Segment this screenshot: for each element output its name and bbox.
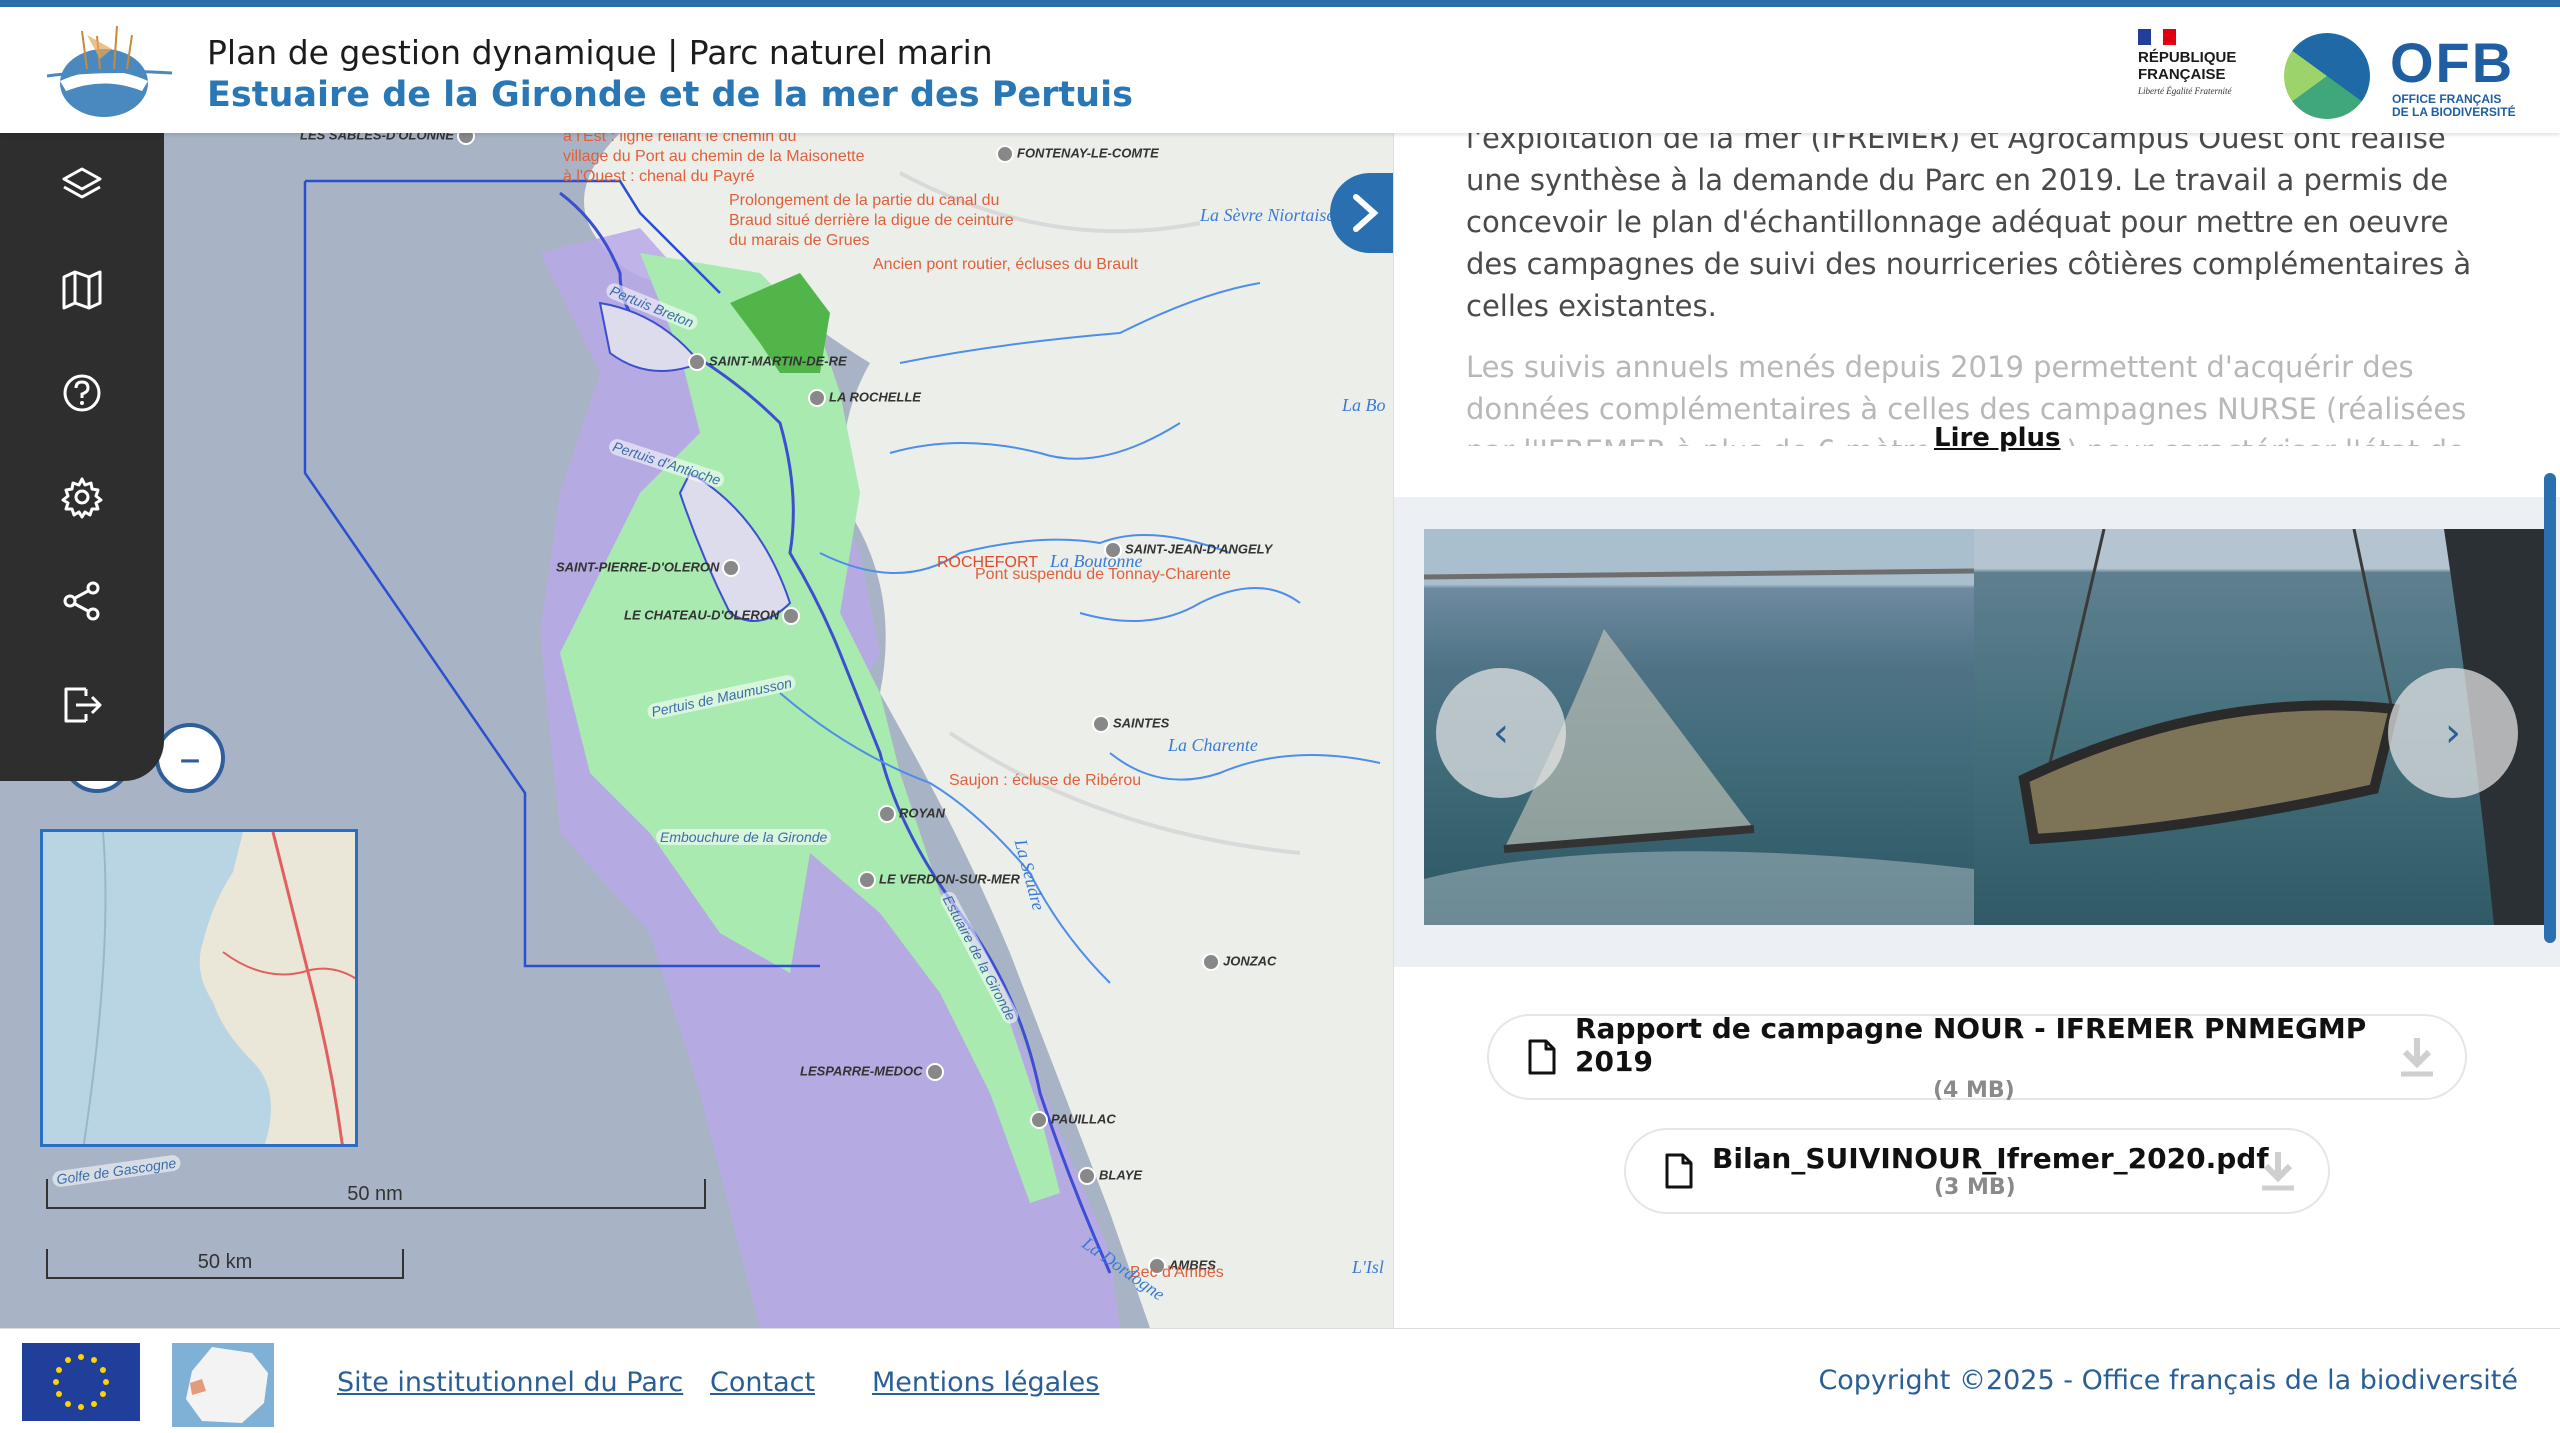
file-icon [1528,1039,1556,1075]
place-saint-pierre: SAINT-PIERRE-D'OLERON [556,559,740,577]
eu-flag-icon [22,1343,140,1421]
scale-km-bar [46,1249,404,1279]
layers-icon [62,167,102,199]
scale-nm-bar [46,1179,706,1209]
download-icon [2262,1152,2294,1191]
water-la-bo: La Bo [1342,395,1386,415]
ofb-fullname-line2: DE LA BIODIVERSITÉ [2392,105,2516,119]
water-charente: La Charente [1168,735,1258,755]
document-2-text: Bilan_SUIVINOUR_Ifremer_2020.pdf (3 MB) [1712,1142,2269,1200]
footer-link-contact[interactable]: Contact [710,1367,815,1398]
ofb-logo-icon[interactable] [2284,33,2370,119]
anno-canal-3: du marais de Grues [729,232,870,249]
header-title-line2: Estuaire de la Gironde et de la mer des … [207,75,1133,115]
gear-icon [61,477,103,519]
help-icon [63,374,101,412]
read-more-link[interactable]: Lire plus [1926,423,2069,453]
gallery-prev-button[interactable]: ‹ [1436,668,1566,798]
water-l-isl: L'Isl [1352,1257,1384,1277]
help-button[interactable] [52,363,112,423]
place-sables: LES SABLES-D'OLONNE [300,133,475,145]
place-la-rochelle: LA ROCHELLE [808,389,921,407]
document-1-text: Rapport de campagne NOUR - IFREMER PNMEG… [1575,1012,2385,1103]
download-icon [2401,1038,2433,1077]
rf-line2: FRANÇAISE [2138,66,2226,83]
place-royan: ROYAN [878,805,945,823]
park-logo[interactable] [42,21,177,121]
settings-button[interactable] [52,467,112,527]
ofb-acronym: OFB [2390,31,2515,94]
map-toolbar [0,133,164,781]
header-title-line1: Plan de gestion dynamique | Parc naturel… [207,33,993,72]
site-footer: Site institutionnel du Parc Contact Ment… [0,1328,2560,1433]
footer-link-site[interactable]: Site institutionnel du Parc [337,1367,683,1398]
rf-motto: Liberté Égalité Fraternité [2138,86,2232,96]
place-chateau: LE CHATEAU-D'OLERON [624,607,800,625]
logout-icon [64,687,102,723]
basemap-button[interactable] [52,259,112,319]
chevron-right-icon [1353,194,1379,232]
document-download-1[interactable]: Rapport de campagne NOUR - IFREMER PNMEG… [1487,1012,2467,1103]
overview-map-canvas [43,832,355,1144]
info-panel[interactable]: l'exploitation de la mer (IFREMER) et Ag… [1393,133,2560,1328]
place-jonzac: JONZAC [1202,953,1276,971]
water-boutonne: La Boutonne [1050,551,1143,571]
site-header: Plan de gestion dynamique | Parc naturel… [0,0,2560,133]
description-paragraph-1: l'exploitation de la mer (IFREMER) et Ag… [1466,133,2472,323]
rf-line1: RÉPUBLIQUE [2138,49,2237,66]
footer-link-legal[interactable]: Mentions légales [872,1367,1099,1398]
place-saintes: SAINTES [1092,715,1169,733]
file-icon [1665,1153,1693,1189]
layers-button[interactable] [52,155,112,215]
zoom-out-button[interactable]: – [155,723,225,793]
place-lesparre: LESPARRE-MEDOC [800,1063,944,1081]
anno-ancien-pont: Ancien pont routier, écluses du Brault [873,256,1139,273]
share-button[interactable] [52,571,112,631]
republique-francaise-logo[interactable]: RÉPUBLIQUE FRANÇAISE Liberté Égalité Fra… [2138,29,2248,119]
place-fontenay: FONTENAY-LE-COMTE [996,145,1159,163]
map-view[interactable]: LES SABLES-D'OLONNE FONTENAY-LE-COMTE SA… [0,133,1393,1328]
document-1-title: Rapport de campagne NOUR - IFREMER PNMEG… [1575,1011,2367,1078]
anno-canal-2: Braud situé derrière la digue de ceintur… [729,212,1014,229]
exit-button[interactable] [52,675,112,735]
document-download-2[interactable]: Bilan_SUIVINOUR_Ifremer_2020.pdf (3 MB) [1624,1128,2330,1214]
gallery-next-button[interactable]: › [2388,668,2518,798]
document-2-title: Bilan_SUIVINOUR_Ifremer_2020.pdf [1712,1142,2269,1175]
water-sevre: La Sèvre Niortaise [1200,205,1335,225]
document-1-size: (4 MB) [1933,1077,2015,1103]
map-icon [62,270,102,310]
document-2-size: (3 MB) [1934,1175,2016,1200]
overview-minimap[interactable] [40,829,358,1147]
anno-chenal-2: village du Port au chemin de la Maisonet… [563,148,865,165]
place-saint-martin: SAINT-MARTIN-DE-RE [688,353,847,371]
sea-embouchure: Embouchure de la Gironde [656,829,832,845]
anno-saujon: Saujon : écluse de Ribérou [949,772,1142,789]
anno-chenal-1: à l'Est : ligne reliant le chemin du [563,133,797,145]
panel-scrollbar[interactable] [2544,473,2556,943]
place-blaye: BLAYE [1078,1167,1142,1185]
share-icon [63,581,100,621]
place-pauillac: PAUILLAC [1030,1111,1116,1129]
copyright-text: Copyright ©2025 - Office français de la … [1818,1365,2518,1396]
anno-chenal-3: à l'Ouest : chenal du Payré [563,168,755,185]
place-verdon: LE VERDON-SUR-MER [858,871,1020,889]
france-map-icon [172,1343,274,1427]
anno-canal-1: Prolongement de la partie du canal du [729,192,1000,209]
ofb-fullname: OFFICE FRANÇAIS DE LA BIODIVERSITÉ [2392,93,2516,119]
french-flag-icon [2138,29,2177,45]
